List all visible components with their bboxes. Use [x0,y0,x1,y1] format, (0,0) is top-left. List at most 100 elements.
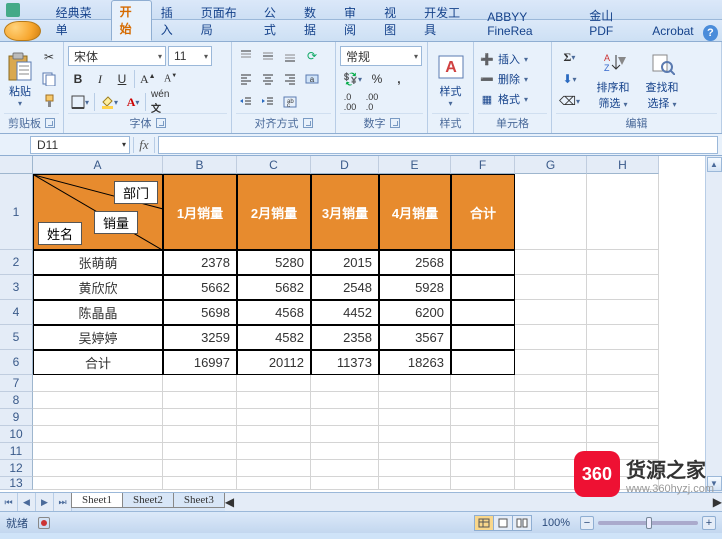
cell[interactable]: 2358 [311,325,379,350]
cell[interactable]: 3月销量 [311,174,379,250]
font-name-select[interactable]: 宋体▾ [68,46,166,66]
zoom-value[interactable]: 100% [542,517,570,529]
underline-button[interactable]: U [112,69,132,89]
italic-button[interactable]: I [90,69,110,89]
zoom-thumb[interactable] [646,517,652,529]
col-header-G[interactable]: G [515,156,587,174]
cell[interactable] [515,460,587,477]
cell[interactable] [451,392,515,409]
macro-record-icon[interactable] [38,517,50,529]
name-box[interactable]: D11▾ [30,136,130,154]
cell[interactable] [515,275,587,300]
cell[interactable] [237,460,311,477]
row-header-11[interactable]: 11 [0,443,33,460]
cell[interactable]: 1月销量 [163,174,237,250]
view-pagelayout-button[interactable] [493,515,513,531]
merge-button[interactable]: a [302,69,322,89]
cell[interactable]: 4月销量 [379,174,451,250]
sheet-nav-1[interactable]: ◀ [18,493,36,511]
grow-font-button[interactable]: A▲ [137,69,159,89]
vertical-scrollbar[interactable]: ▲ ▼ [705,156,722,492]
cell[interactable]: 5698 [163,300,237,325]
cell[interactable] [379,460,451,477]
cell[interactable] [311,375,379,392]
cell[interactable] [515,250,587,275]
orientation-button[interactable]: ⟳ [302,46,322,66]
cell[interactable] [163,477,237,490]
cell[interactable] [379,443,451,460]
cell[interactable] [237,477,311,490]
row-header-10[interactable]: 10 [0,426,33,443]
cell[interactable]: 2月销量 [237,174,311,250]
cell[interactable] [379,426,451,443]
cell[interactable] [587,325,659,350]
currency-button[interactable]: 💱▾ [340,69,365,89]
shrink-font-button[interactable]: A▼ [161,69,181,89]
sheet-tab-Sheet1[interactable]: Sheet1 [71,493,123,508]
cell[interactable] [379,392,451,409]
phonetic-button[interactable]: wén文 [148,92,172,112]
fx-button[interactable]: fx [133,137,155,153]
cell[interactable] [379,409,451,426]
col-header-F[interactable]: F [451,156,515,174]
align-top-button[interactable] [236,46,256,66]
zoom-out-button[interactable]: − [580,516,594,530]
cell[interactable] [33,392,163,409]
col-header-B[interactable]: B [163,156,237,174]
cell[interactable]: 吴婷婷 [33,325,163,350]
autosum-button[interactable]: Σ▾ [556,47,583,67]
cell[interactable] [451,350,515,375]
cell[interactable]: 2568 [379,250,451,275]
cell[interactable] [379,375,451,392]
fill-color-button[interactable]: ▾ [97,92,121,112]
view-pagebreak-button[interactable] [512,515,532,531]
tab-review[interactable]: 审阅 [336,2,375,41]
cell[interactable]: 5928 [379,275,451,300]
scroll-right-button[interactable]: ▶ [713,495,722,509]
cell[interactable] [311,477,379,490]
scroll-up-button[interactable]: ▲ [707,157,722,172]
spreadsheet-grid[interactable]: ABCDEFGH 12345678910111213 部门 销量 姓名1月销量2… [0,156,722,492]
align-middle-button[interactable] [258,46,278,66]
cell[interactable] [163,443,237,460]
cell[interactable] [515,300,587,325]
cell[interactable] [451,443,515,460]
delete-cells-button[interactable]: ➖删除▾ [478,70,530,88]
cell[interactable] [163,426,237,443]
tab-acrobat[interactable]: Acrobat [644,22,701,41]
font-size-select[interactable]: 11▾ [168,46,212,66]
cell[interactable]: 合计 [33,350,163,375]
align-launcher[interactable] [303,118,313,128]
cell[interactable]: 黄欣欣 [33,275,163,300]
row-header-7[interactable]: 7 [0,375,33,392]
sheet-nav-2[interactable]: ▶ [36,493,54,511]
cell[interactable] [237,409,311,426]
decrease-decimal-button[interactable]: .00.0 [362,92,382,112]
border-button[interactable]: ▾ [68,92,92,112]
cell[interactable] [163,375,237,392]
scroll-left-button[interactable]: ◀ [225,495,234,509]
formula-input[interactable] [158,136,718,154]
cell[interactable]: 4452 [311,300,379,325]
copy-button[interactable] [39,69,59,89]
tab-abbyy[interactable]: ABBYY FineRea [479,8,580,41]
cell[interactable] [33,375,163,392]
cell[interactable] [379,477,451,490]
row-headers[interactable]: 12345678910111213 [0,174,33,490]
clear-button[interactable]: ⌫▾ [556,91,583,111]
col-header-A[interactable]: A [33,156,163,174]
tab-insert[interactable]: 插入 [153,2,192,41]
font-color-button[interactable]: A▾ [123,92,143,112]
cell[interactable]: 2378 [163,250,237,275]
sheet-tab-Sheet2[interactable]: Sheet2 [122,493,174,508]
insert-cells-button[interactable]: ➕插入▾ [478,50,530,68]
styles-button[interactable]: A 样式 ▾ [432,46,469,112]
cell[interactable] [311,460,379,477]
align-right-button[interactable] [280,69,300,89]
row-header-12[interactable]: 12 [0,460,33,477]
row-header-4[interactable]: 4 [0,300,33,325]
sort-filter-button[interactable]: AZ 排序和 筛选 ▾ [590,46,636,112]
cell[interactable]: 5662 [163,275,237,300]
tab-classic[interactable]: 经典菜单 [48,2,110,41]
tab-view[interactable]: 视图 [376,2,415,41]
